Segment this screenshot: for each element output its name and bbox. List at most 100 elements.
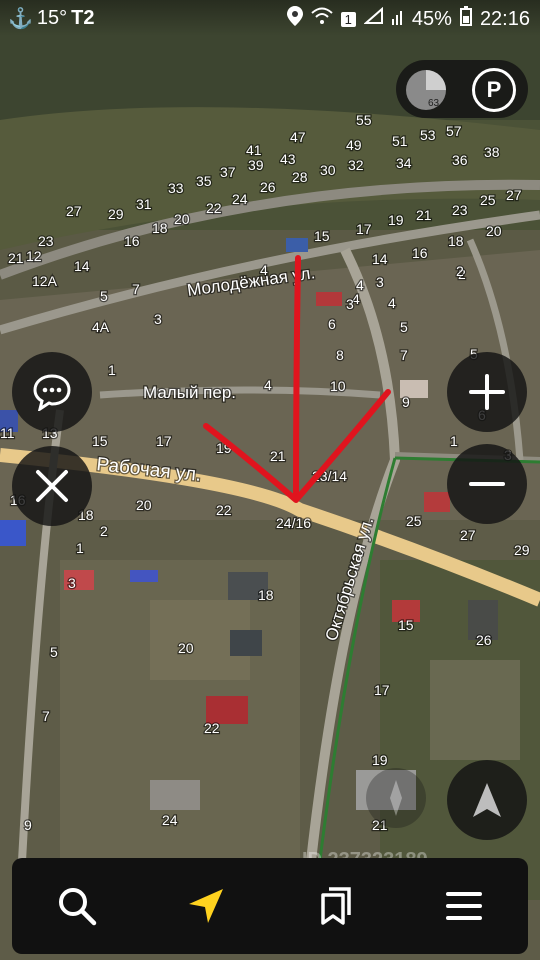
zoom-in-button[interactable] (447, 352, 527, 432)
house-number-label: 5 (100, 288, 108, 304)
house-number-label: 32 (348, 157, 364, 173)
house-number-label: 7 (132, 281, 140, 297)
signal-bars-icon (391, 7, 404, 31)
close-button[interactable] (12, 446, 92, 526)
battery-percent: 45% (411, 7, 452, 30)
signal-icon (363, 6, 384, 31)
house-number-label: 22 (216, 502, 232, 518)
zoom-out-button[interactable] (447, 444, 527, 524)
house-number-label: 23 (452, 202, 468, 218)
house-number-label: 36 (452, 152, 468, 168)
house-number-label: 3 (154, 311, 162, 327)
navigation-button[interactable] (166, 866, 246, 946)
house-number-label: 20 (486, 223, 502, 239)
location-pin-icon (286, 6, 303, 32)
battery-icon (459, 6, 472, 32)
house-number-label: 4 (260, 262, 268, 278)
clock: 22:16 (479, 7, 530, 30)
house-number-label: 25 (480, 192, 496, 208)
close-icon (36, 470, 68, 502)
sim-icon: 1 (340, 11, 356, 27)
notification-icon: ⚓ (8, 8, 33, 30)
house-number-label: 9 (402, 394, 410, 410)
house-number-label: 18 (258, 587, 274, 603)
svg-text:63: 63 (428, 98, 440, 109)
house-number-label: 38 (484, 144, 500, 160)
menu-icon (445, 892, 482, 920)
house-number-label: 55 (356, 112, 372, 128)
house-number-label: 19 (372, 752, 388, 768)
parking-button[interactable]: P (472, 68, 516, 112)
compass-button[interactable] (366, 768, 426, 828)
house-number-label: 7 (400, 347, 408, 363)
navigation-arrow-icon (473, 783, 501, 817)
house-number-label: 39 (248, 157, 264, 173)
location-arrow-icon (188, 889, 223, 923)
menu-button[interactable] (424, 866, 504, 946)
house-number-label: 5 (50, 644, 58, 660)
street-label-maly: Малый пер. (143, 383, 236, 402)
house-number-label: 27 (460, 527, 476, 543)
house-number-label: 57 (446, 123, 462, 139)
house-number-label: 41 (246, 142, 262, 158)
house-number-label: 24 (232, 191, 248, 207)
house-number-label: 2 (100, 523, 108, 539)
house-number-label: 10 (330, 378, 346, 394)
house-number-label: 2 (456, 263, 464, 279)
house-number-label: 47 (290, 129, 306, 145)
house-number-label: 3 (376, 274, 384, 290)
chat-button[interactable] (12, 352, 92, 432)
house-number-label: 7 (42, 708, 50, 724)
carrier-tag: T2 (71, 7, 95, 29)
house-number-label: 1 (450, 433, 458, 449)
search-button[interactable] (37, 866, 117, 946)
house-number-label: 14 (372, 251, 388, 267)
house-number-label: 16 (412, 245, 428, 261)
house-number-label: 12А (32, 273, 58, 289)
house-number-label: 4 (388, 295, 396, 311)
bottom-navigation-bar (12, 858, 528, 954)
temperature: 15° (36, 7, 68, 29)
layers-parking-control: 63 P (396, 60, 528, 118)
house-number-label: 27 (66, 203, 82, 219)
compass-icon (390, 780, 402, 816)
house-number-label: 3 (346, 296, 354, 312)
house-number-label: 43 (280, 151, 296, 167)
house-number-label: 23 (38, 233, 54, 249)
house-number-label: 16 (124, 233, 140, 249)
house-number-label: 33 (168, 180, 184, 196)
house-number-label: 18 (448, 233, 464, 249)
house-number-label: 12 (26, 248, 42, 264)
chat-bubble-icon (33, 374, 71, 411)
house-number-label: 29 (108, 206, 124, 222)
house-number-label: 1 (108, 362, 116, 378)
house-number-label: 8 (336, 347, 344, 363)
house-number-label: 53 (420, 127, 436, 143)
house-number-label: 24 (162, 812, 178, 828)
house-number-label: 17 (374, 682, 390, 698)
house-number-label: 4А (92, 319, 110, 335)
house-number-label: 11 (0, 425, 15, 441)
house-number-label: 18 (152, 220, 168, 236)
house-number-label: 19 (388, 212, 404, 228)
bookmarks-button[interactable] (295, 866, 375, 946)
house-number-label: 20 (178, 640, 194, 656)
house-number-label: 9 (24, 817, 32, 833)
house-number-label: 29 (514, 542, 530, 558)
house-number-label: 22 (204, 720, 220, 736)
house-number-label: 26 (260, 179, 276, 195)
house-number-label: 34 (396, 155, 412, 171)
parking-label: P (486, 77, 502, 102)
layers-button[interactable]: 63 (404, 68, 448, 112)
house-number-label: 27 (506, 187, 522, 203)
traffic-layer-icon: 63 (406, 70, 446, 110)
house-number-label: 21 (270, 448, 286, 464)
house-number-label: 3 (68, 575, 76, 591)
house-number-label: 14 (74, 258, 90, 274)
bookmarks-icon (320, 887, 351, 925)
house-number-label: 21 (416, 207, 432, 223)
house-number-label: 24/16 (276, 515, 311, 531)
wifi-icon (311, 7, 333, 31)
house-number-label: 5 (400, 319, 408, 335)
my-location-button[interactable] (447, 760, 527, 840)
